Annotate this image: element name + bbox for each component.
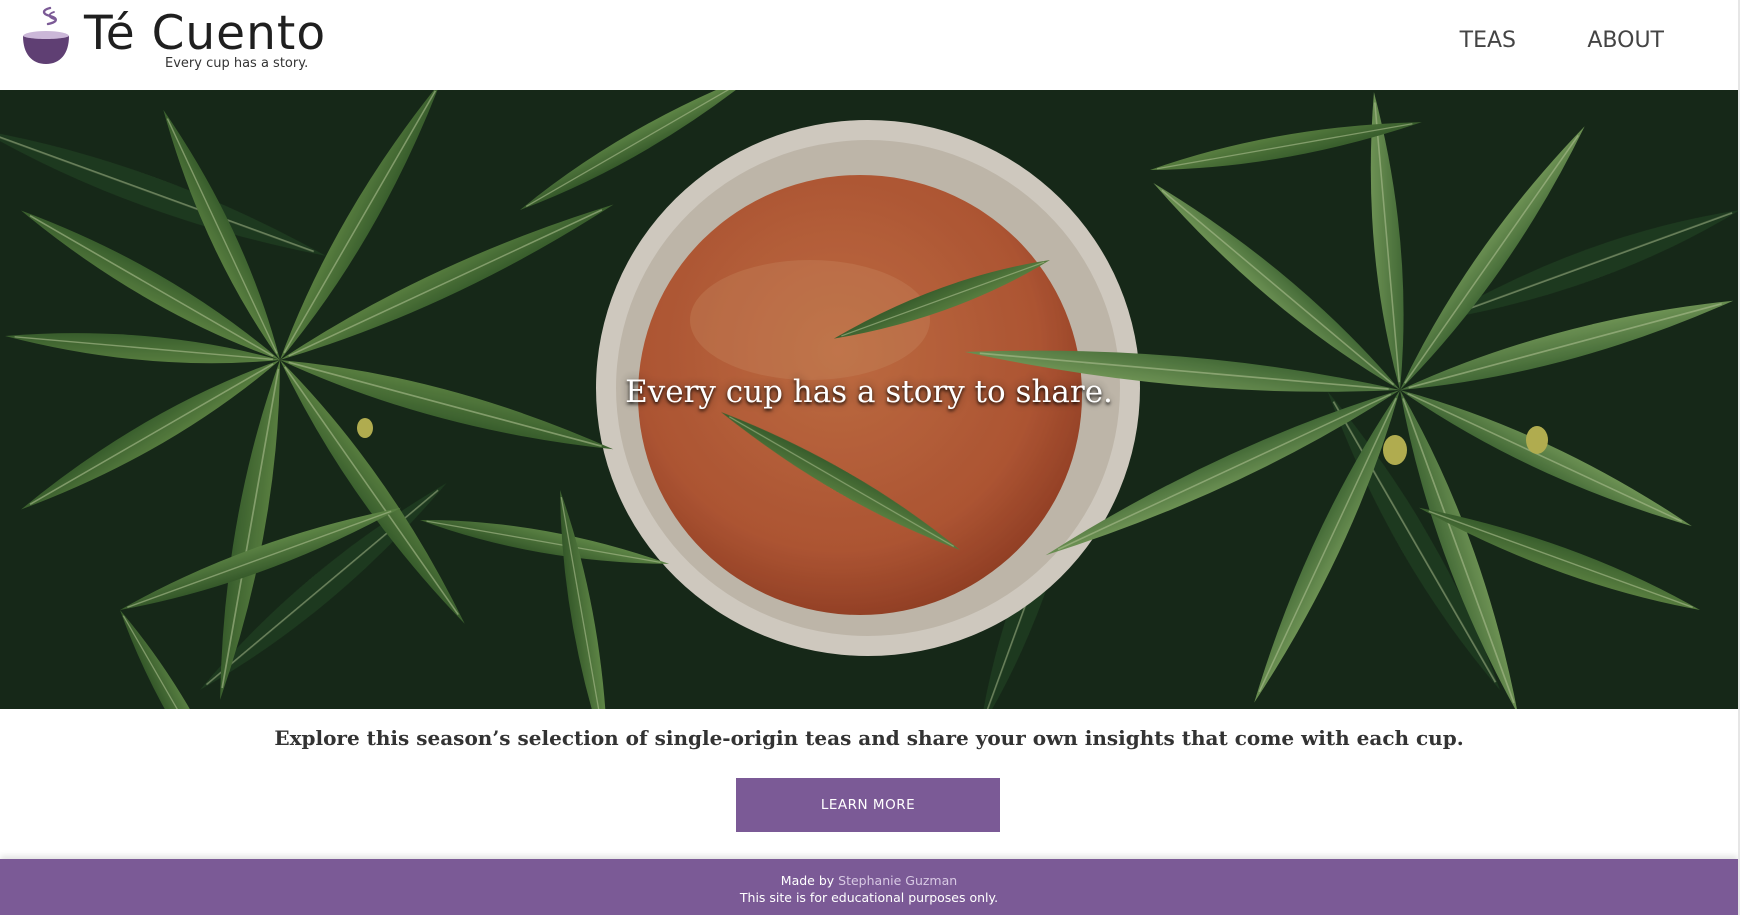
author-link[interactable]: Stephanie Guzman bbox=[838, 873, 957, 888]
hero-banner: Every cup has a story to share. bbox=[0, 90, 1738, 709]
footer-credit-prefix: Made by bbox=[780, 873, 839, 888]
site-footer: Made by Stephanie Guzman This site is fo… bbox=[0, 859, 1738, 915]
footer-credit: Made by Stephanie Guzman bbox=[0, 873, 1738, 888]
hero-heading: Every cup has a story to share. bbox=[625, 374, 1113, 410]
nav-link-teas[interactable]: TEAS bbox=[1460, 28, 1516, 53]
site-header: Té Cuento Every cup has a story. TEAS AB… bbox=[0, 0, 1738, 90]
tea-bowl-icon bbox=[23, 6, 69, 64]
brand-logo[interactable]: Té Cuento Every cup has a story. bbox=[20, 6, 325, 76]
footer-disclaimer: This site is for educational purposes on… bbox=[739, 890, 999, 905]
intro-text: Explore this season’s selection of singl… bbox=[274, 726, 1464, 750]
brand-name: Té Cuento bbox=[84, 6, 327, 61]
nav-link-about[interactable]: ABOUT bbox=[1587, 28, 1664, 53]
main-column: Té Cuento Every cup has a story. TEAS AB… bbox=[0, 0, 1738, 915]
page: Té Cuento Every cup has a story. TEAS AB… bbox=[0, 0, 1740, 915]
brand-tagline: Every cup has a story. bbox=[165, 56, 309, 71]
learn-more-button[interactable]: LEARN MORE bbox=[736, 778, 1000, 832]
